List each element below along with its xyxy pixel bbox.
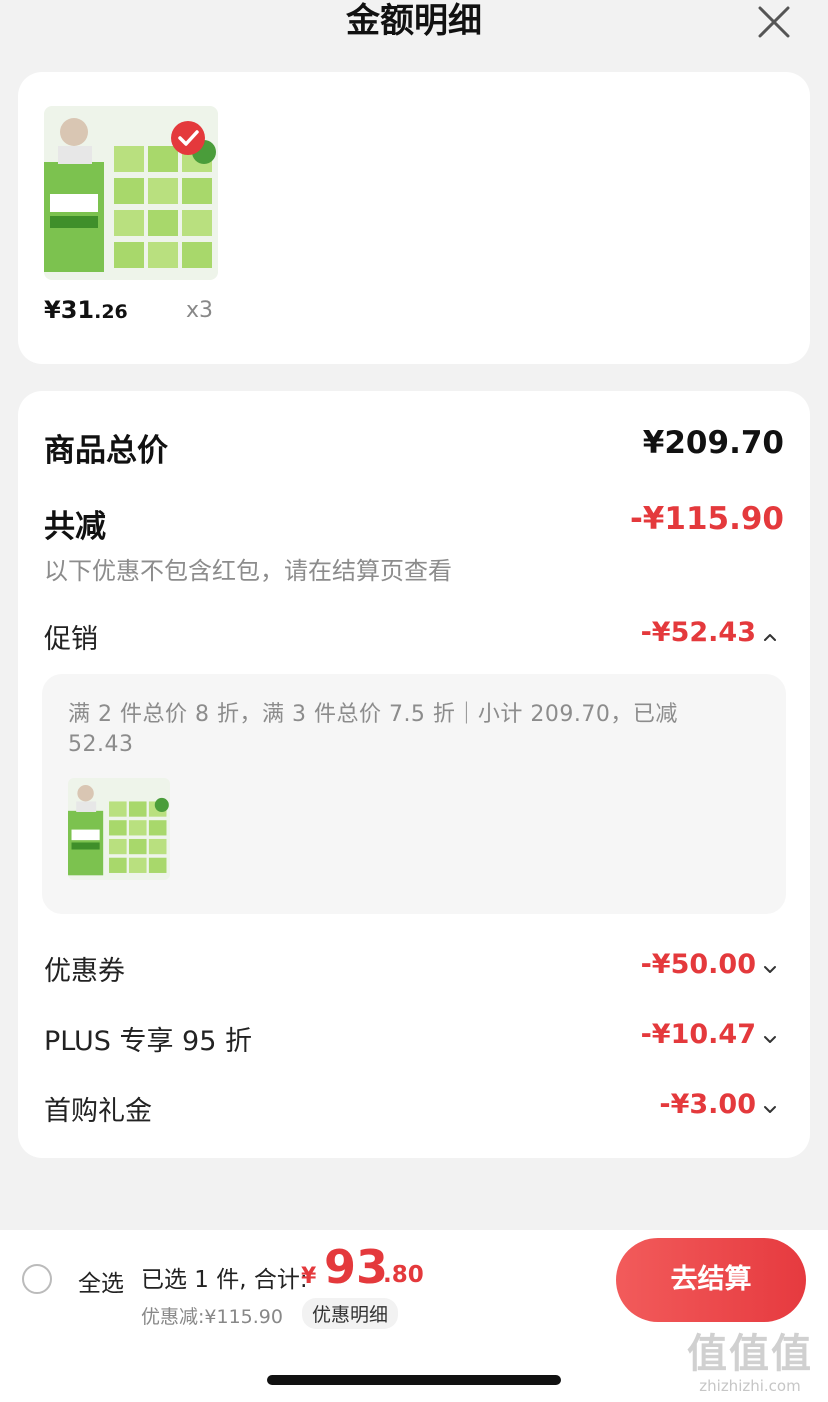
- plus-row[interactable]: PLUS 专享 95 折 -¥10.47: [44, 1019, 784, 1057]
- total-value: ¥209.70: [642, 425, 784, 461]
- product-thumbnail-image: [68, 778, 170, 880]
- home-indicator[interactable]: [267, 1375, 561, 1385]
- product-card: ¥31.26 x3: [18, 72, 810, 364]
- close-button[interactable]: [754, 2, 794, 42]
- amount-detail-card: 商品总价 ¥209.70 共减 -¥115.90 以下优惠不包含红包，请在结算页…: [18, 391, 810, 1158]
- total-amount-cents: .80: [383, 1262, 424, 1288]
- coupon-row[interactable]: 优惠券 -¥50.00: [44, 949, 784, 987]
- discount-summary: 优惠减:¥115.90: [141, 1306, 283, 1328]
- promo-detail-text: 满 2 件总价 8 折，满 3 件总价 7.5 折｜小计 209.70，已减 5…: [68, 702, 678, 757]
- plus-value-group[interactable]: -¥10.47: [641, 1019, 778, 1050]
- chevron-down-icon[interactable]: [762, 1031, 778, 1047]
- promo-value: -¥52.43: [640, 617, 756, 648]
- product-quantity: x3: [186, 298, 214, 323]
- gift-value: -¥3.00: [659, 1089, 756, 1120]
- discount-detail-link[interactable]: 优惠明细: [302, 1298, 399, 1329]
- gift-row[interactable]: 首购礼金 -¥3.00: [44, 1089, 784, 1127]
- reduced-label: 共减: [44, 509, 106, 545]
- watermark-logo: 值值值: [687, 1331, 813, 1377]
- chevron-down-icon[interactable]: [762, 961, 778, 977]
- close-icon[interactable]: [754, 2, 794, 42]
- page-title: 金额明细: [346, 1, 482, 41]
- coupon-value-group[interactable]: -¥50.00: [641, 949, 778, 980]
- page-header: 金额明细: [0, 0, 828, 50]
- total-label: 商品总价: [44, 433, 168, 469]
- product-price-int: ¥31: [44, 296, 95, 324]
- coupon-label: 优惠券: [44, 956, 125, 987]
- chevron-up-icon[interactable]: [762, 629, 778, 645]
- selected-check-icon: [171, 121, 205, 155]
- total-currency: ¥: [301, 1264, 317, 1289]
- total-amount-int: 93: [324, 1240, 389, 1294]
- select-all-label[interactable]: 全选: [78, 1264, 124, 1298]
- reduced-value: -¥115.90: [629, 501, 784, 537]
- home-indicator-area: 值值值 zhizhizhi.com: [0, 1330, 828, 1402]
- plus-value: -¥10.47: [640, 1019, 756, 1050]
- promo-product-thumbnail[interactable]: [68, 778, 170, 880]
- promo-row[interactable]: 促销 -¥52.43: [44, 617, 784, 655]
- product-price: ¥31.26: [44, 296, 128, 324]
- watermark: 值值值 zhizhizhi.com: [680, 1330, 820, 1394]
- gift-value-group[interactable]: -¥3.00: [659, 1089, 778, 1120]
- product-price-cents: .26: [94, 301, 128, 323]
- promo-detail-box: 满 2 件总价 8 折，满 3 件总价 7.5 折｜小计 209.70，已减 5…: [42, 674, 786, 914]
- checkout-button[interactable]: 去结算: [616, 1238, 806, 1322]
- promo-label: 促销: [44, 624, 98, 655]
- selected-info: 已选 1 件, 合计:: [141, 1267, 308, 1293]
- promo-value-group[interactable]: -¥52.43: [641, 617, 778, 648]
- watermark-url: zhizhizhi.com: [699, 1377, 801, 1395]
- select-all-checkbox[interactable]: [22, 1264, 52, 1294]
- discount-note: 以下优惠不包含红包，请在结算页查看: [44, 557, 452, 585]
- reduced-row: 共减 -¥115.90: [44, 501, 784, 545]
- coupon-value: -¥50.00: [640, 949, 756, 980]
- checkout-bar: 全选 已选 1 件, 合计: ¥ 93 .80 优惠减:¥115.90 优惠明细…: [0, 1230, 828, 1330]
- total-row: 商品总价 ¥209.70: [44, 425, 784, 469]
- gift-label: 首购礼金: [44, 1096, 152, 1127]
- chevron-down-icon[interactable]: [762, 1101, 778, 1117]
- plus-label: PLUS 专享 95 折: [44, 1026, 252, 1057]
